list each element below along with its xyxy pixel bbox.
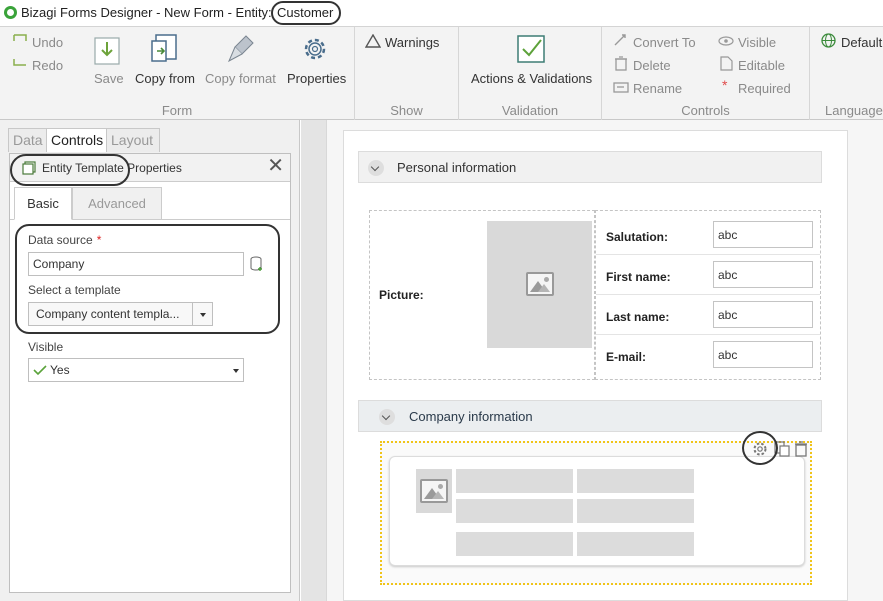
copy-from-label: Copy from	[135, 71, 195, 86]
chevron-down-icon	[233, 369, 239, 373]
left-panel: Data Controls Layout Entity Template Pro…	[0, 120, 300, 601]
picture-placeholder[interactable]	[487, 221, 592, 348]
ribbon-group-languages: Default Languages	[810, 27, 883, 121]
row-divider	[596, 254, 820, 255]
show-group-label: Show	[390, 103, 423, 118]
trash-icon[interactable]	[794, 441, 808, 457]
copy-format-label: Copy format	[205, 71, 276, 86]
redo-icon	[13, 59, 26, 66]
save-icon	[94, 37, 120, 65]
window-title: Bizagi Forms Designer - New Form - Entit…	[21, 5, 272, 20]
eye-icon	[718, 36, 734, 46]
chevron-down-icon[interactable]	[379, 409, 395, 425]
row-divider	[596, 294, 820, 295]
template-bar	[456, 469, 573, 493]
template-bar	[577, 532, 694, 556]
last-name-input[interactable]: abc	[713, 301, 813, 328]
delete-label: Delete	[633, 58, 671, 73]
validation-group-label: Validation	[501, 103, 559, 118]
globe-icon	[821, 33, 836, 48]
template-bar	[577, 499, 694, 523]
tab-line-left	[10, 219, 14, 220]
title-bar: Bizagi Forms Designer - New Form - Entit…	[0, 0, 883, 26]
warning-icon	[365, 34, 381, 48]
highlight-circle-datasource	[15, 224, 280, 334]
tab-layout[interactable]: Layout	[106, 128, 160, 152]
rename-label: Rename	[633, 81, 683, 96]
trash-icon	[615, 56, 627, 71]
design-canvas: Personal information Picture: Salutation…	[301, 120, 883, 601]
group-title-company: Company information	[409, 409, 533, 424]
tab-line	[162, 219, 290, 220]
image-icon	[526, 272, 554, 296]
save-label: Save	[94, 71, 124, 86]
field-label-email: E-mail:	[606, 350, 647, 364]
highlight-circle-gear	[742, 431, 778, 465]
field-label-last-name: Last name:	[606, 310, 670, 324]
properties-window: Entity Template Properties ✕ Basic Advan…	[9, 153, 291, 593]
ribbon-group-controls: Convert To Delete Rename Visible Editabl…	[602, 27, 810, 121]
template-bar	[577, 469, 694, 493]
checkmark-icon	[517, 35, 545, 63]
field-label-first-name: First name:	[606, 270, 671, 284]
properties-label: Properties	[287, 71, 347, 86]
controls-group-label: Controls	[681, 103, 730, 118]
picture-cell[interactable]: Picture:	[369, 210, 595, 380]
visible-value: Yes	[50, 363, 70, 377]
template-bar	[456, 532, 573, 556]
undo-label: Undo	[32, 35, 64, 50]
close-icon[interactable]: ✕	[267, 156, 284, 176]
visible-field-label: Visible	[28, 340, 64, 354]
template-image-placeholder	[416, 469, 452, 513]
group-title-personal: Personal information	[397, 160, 517, 175]
chevron-down-icon[interactable]	[368, 160, 384, 176]
ribbon-group-validation: Actions & Validations Validation	[459, 27, 602, 121]
default-label: Default	[841, 35, 883, 50]
field-label-salutation: Salutation:	[606, 230, 668, 244]
check-icon	[33, 365, 47, 376]
visible-label: Visible	[738, 35, 777, 50]
fields-cell: Salutation: abc First name: abc Last nam…	[595, 210, 821, 380]
visible-select[interactable]: Yes	[28, 358, 244, 382]
image-icon	[420, 479, 448, 503]
template-card	[389, 456, 805, 566]
entity-template-control[interactable]	[380, 431, 812, 585]
rename-icon	[613, 82, 629, 93]
undo-icon	[13, 34, 27, 41]
tab-controls[interactable]: Controls	[46, 128, 107, 152]
first-name-input[interactable]: abc	[713, 261, 813, 288]
email-input[interactable]: abc	[713, 341, 813, 368]
template-bar	[456, 499, 573, 523]
ribbon: Undo Redo Save Copy from Copy format Pro…	[0, 26, 883, 121]
redo-label: Redo	[32, 58, 64, 73]
gear-icon	[304, 38, 326, 60]
paintbrush-icon	[227, 35, 254, 63]
document-edit-icon	[720, 56, 733, 71]
editable-label: Editable	[738, 58, 785, 73]
picture-label: Picture:	[379, 288, 424, 302]
form-group-label: Form	[161, 103, 193, 118]
tab-advanced[interactable]: Advanced	[72, 187, 162, 220]
highlight-circle-title	[10, 154, 130, 186]
group-personal-information[interactable]: Personal information	[358, 151, 822, 183]
asterisk-icon: *	[722, 77, 728, 93]
ribbon-group-form: Undo Redo Save Copy from Copy format Pro…	[0, 27, 355, 121]
row-divider	[596, 334, 820, 335]
convert-icon	[614, 34, 626, 46]
form-page: Personal information Picture: Salutation…	[343, 130, 848, 601]
convert-to-label: Convert To	[633, 35, 696, 50]
languages-group-label: Languages	[825, 103, 883, 118]
warnings-label: Warnings	[385, 35, 440, 50]
highlight-circle-entity	[271, 1, 341, 25]
bizagi-logo-icon	[4, 6, 17, 19]
required-label: Required	[738, 81, 791, 96]
actions-validations-label: Actions & Validations	[471, 71, 593, 86]
copy-from-icon	[151, 34, 177, 62]
salutation-input[interactable]: abc	[713, 221, 813, 248]
tab-basic[interactable]: Basic	[14, 187, 72, 220]
tab-data[interactable]: Data	[8, 128, 47, 152]
form-area: Personal information Picture: Salutation…	[326, 120, 883, 601]
group-company-information[interactable]: Company information	[358, 400, 822, 432]
ribbon-group-show: Warnings Show	[355, 27, 459, 121]
